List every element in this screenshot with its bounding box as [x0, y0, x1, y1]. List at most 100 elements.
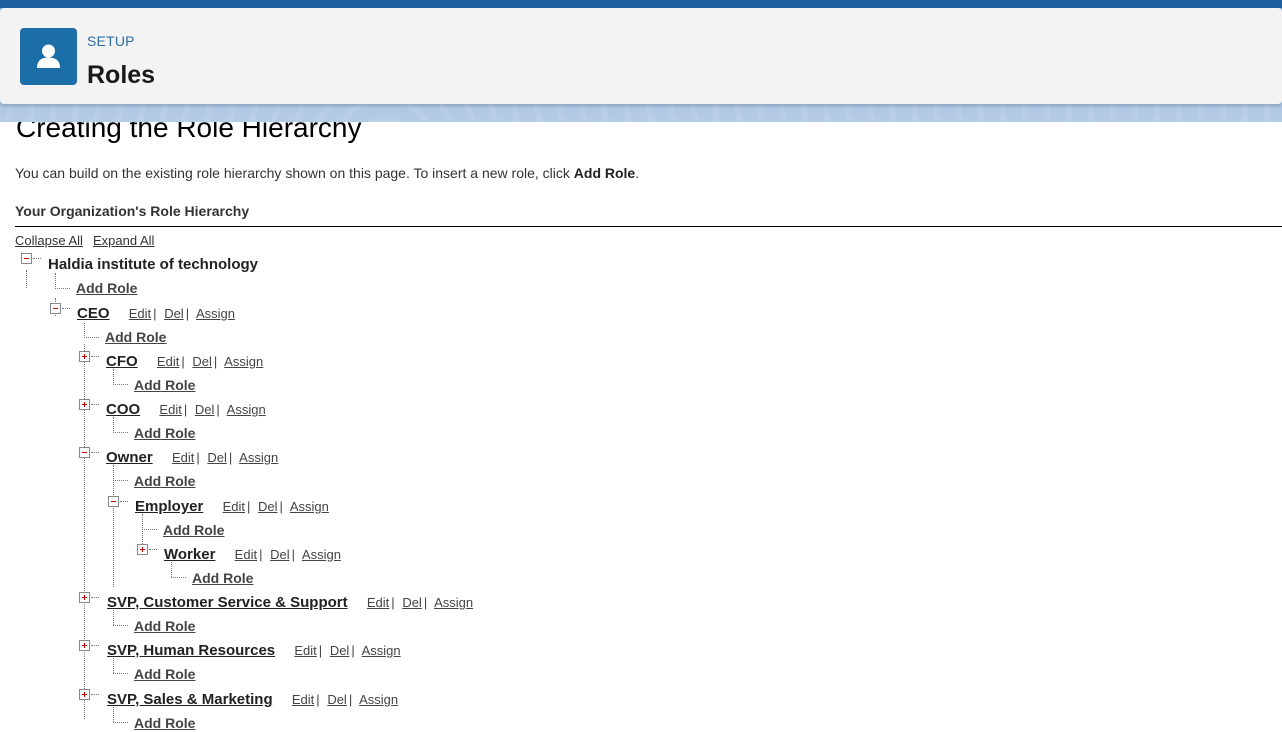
delete-link[interactable]: Del [192, 354, 212, 369]
expand-toggle-icon[interactable] [79, 592, 90, 603]
separator: | [228, 450, 233, 465]
role-name-employer[interactable]: Employer [135, 498, 203, 515]
role-root: Haldia institute of technology [48, 256, 258, 273]
tree-connector [91, 694, 99, 695]
separator: | [213, 354, 218, 369]
tree-connector [62, 308, 70, 309]
separator: | [318, 643, 323, 658]
tree-connector [113, 480, 128, 481]
delete-link[interactable]: Del [270, 547, 290, 562]
assign-link[interactable]: Assign [434, 595, 473, 610]
tree-connector [113, 432, 128, 433]
add-role-link[interactable]: Add Role [76, 280, 137, 296]
expand-toggle-icon[interactable] [79, 640, 90, 651]
assign-link[interactable]: Assign [302, 547, 341, 562]
tree-connector [113, 384, 128, 385]
expand-toggle-icon[interactable] [79, 689, 90, 700]
delete-link[interactable]: Del [164, 306, 184, 321]
role-name-owner[interactable]: Owner [106, 449, 153, 466]
add-role-link[interactable]: Add Role [134, 618, 195, 634]
add-role-link[interactable]: Add Role [134, 425, 195, 441]
tree-connector [113, 417, 114, 433]
separator: | [196, 450, 200, 465]
role-row: Owner Edit | Del | Assign [106, 449, 278, 466]
delete-link[interactable]: Del [330, 643, 350, 658]
separator: | [153, 306, 157, 321]
add-role-link[interactable]: Add Role [134, 473, 195, 489]
role-name-svp-sales-marketing[interactable]: SVP, Sales & Marketing [107, 691, 273, 708]
assign-link[interactable]: Assign [239, 450, 278, 465]
role-name-svp-human-resources[interactable]: SVP, Human Resources [107, 642, 275, 659]
edit-link[interactable]: Edit [367, 595, 389, 610]
edit-link[interactable]: Edit [292, 692, 314, 707]
edit-link[interactable]: Edit [159, 402, 181, 417]
tree-connector [113, 707, 114, 722]
section-divider [15, 226, 1282, 227]
section-title: Your Organization's Role Hierarchy [15, 203, 250, 219]
assign-link[interactable]: Assign [196, 306, 235, 321]
expand-toggle-icon[interactable] [79, 351, 90, 362]
intro-suffix: . [635, 165, 640, 181]
separator: | [216, 402, 220, 417]
expand-toggle-icon[interactable] [79, 399, 90, 410]
edit-link[interactable]: Edit [294, 643, 316, 658]
add-role-link[interactable]: Add Role [163, 522, 224, 538]
edit-link[interactable]: Edit [223, 499, 245, 514]
tree-connector [33, 258, 41, 259]
delete-link[interactable]: Del [195, 402, 215, 417]
tree-connector [55, 273, 56, 289]
tree-connector [142, 529, 157, 530]
edit-link[interactable]: Edit [157, 354, 179, 369]
role-name-svp-customer-service[interactable]: SVP, Customer Service & Support [107, 594, 348, 611]
collapse-all-link[interactable]: Collapse All [15, 233, 83, 248]
tree-connector [84, 323, 85, 338]
collapse-toggle-icon[interactable] [79, 447, 90, 458]
add-role-link[interactable]: Add Role [192, 570, 253, 586]
role-name-cfo[interactable]: CFO [106, 353, 138, 370]
assign-link[interactable]: Assign [362, 643, 401, 658]
edit-link[interactable]: Edit [235, 547, 257, 562]
add-role-link[interactable]: Add Role [134, 715, 195, 731]
separator: | [391, 595, 395, 610]
intro-prefix: You can build on the existing role hiera… [15, 165, 574, 181]
tree-connector [120, 501, 128, 502]
role-name-ceo[interactable]: CEO [77, 305, 110, 322]
tree-connector [113, 625, 128, 626]
role-name-worker[interactable]: Worker [164, 546, 215, 563]
role-row: Employer Edit | Del | Assign [135, 498, 329, 515]
add-role-link[interactable]: Add Role [134, 666, 195, 682]
expand-all-link[interactable]: Expand All [93, 233, 154, 248]
collapse-toggle-icon[interactable] [50, 303, 61, 314]
tree-connector [171, 577, 186, 578]
expand-toggle-icon[interactable] [137, 544, 148, 555]
tree-connector [91, 597, 99, 598]
main-content: Creating the Role Hierarchy You can buil… [0, 122, 1282, 732]
edit-link[interactable]: Edit [129, 306, 151, 321]
intro-text: You can build on the existing role hiera… [15, 165, 639, 181]
tree-connector [91, 356, 99, 357]
collapse-toggle-icon[interactable] [21, 253, 32, 264]
collapse-toggle-icon[interactable] [108, 496, 119, 507]
separator: | [183, 402, 188, 417]
tree-connector [113, 465, 114, 587]
role-name-coo[interactable]: COO [106, 401, 140, 418]
assign-link[interactable]: Assign [359, 692, 398, 707]
delete-link[interactable]: Del [327, 692, 347, 707]
separator: | [291, 547, 295, 562]
assign-link[interactable]: Assign [224, 354, 263, 369]
tree-connector [113, 658, 114, 673]
add-role-link[interactable]: Add Role [105, 329, 166, 345]
edit-link[interactable]: Edit [172, 450, 194, 465]
user-icon [20, 28, 77, 85]
delete-link[interactable]: Del [402, 595, 422, 610]
tree-connector [171, 562, 172, 577]
assign-link[interactable]: Assign [227, 402, 266, 417]
assign-link[interactable]: Assign [290, 499, 329, 514]
tree-connector [55, 288, 70, 289]
delete-link[interactable]: Del [207, 450, 227, 465]
separator: | [181, 354, 185, 369]
separator: | [259, 547, 263, 562]
delete-link[interactable]: Del [258, 499, 278, 514]
tree-connector [26, 270, 27, 288]
add-role-link[interactable]: Add Role [134, 377, 195, 393]
